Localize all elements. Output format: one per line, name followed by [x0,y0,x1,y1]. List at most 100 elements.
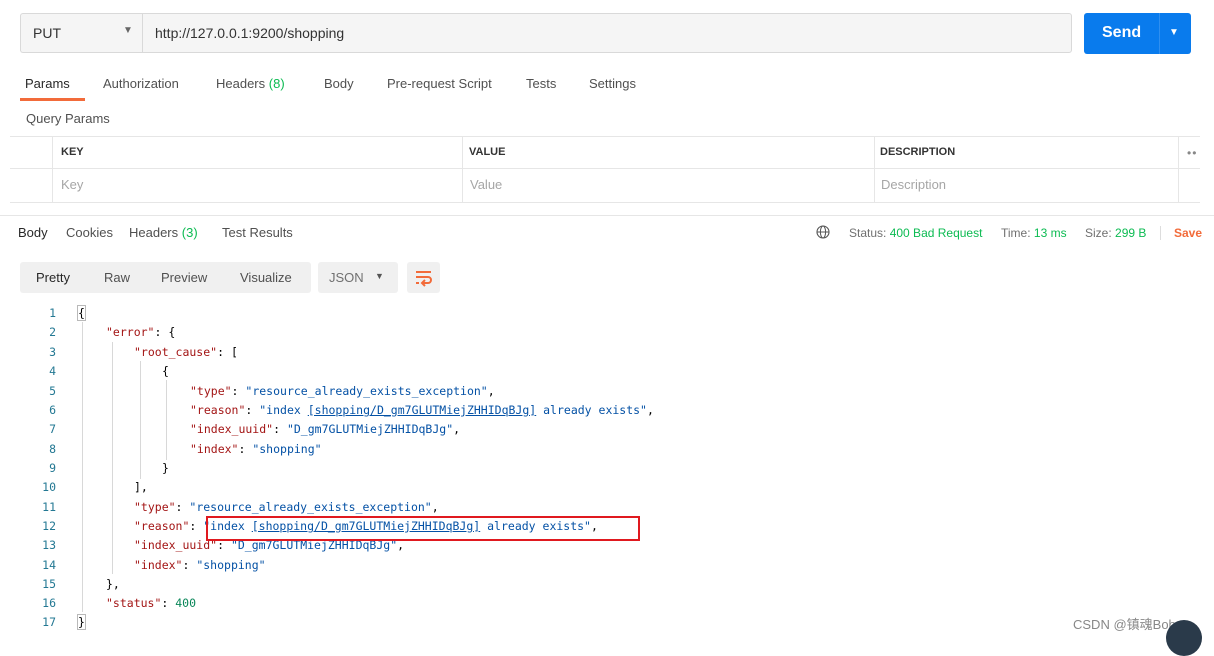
more-options-icon[interactable]: •• [1187,146,1197,160]
tab-params[interactable]: Params [25,76,70,91]
response-tab-cookies[interactable]: Cookies [66,225,113,240]
column-header-value: VALUE [469,146,506,158]
tab-body[interactable]: Body [324,76,354,91]
tab-settings[interactable]: Settings [589,76,636,91]
json-key: "index_uuid" [134,538,218,552]
line-number: 16 [42,596,56,610]
json-key: "root_cause" [134,345,218,359]
line-number: 14 [42,558,56,572]
tab-label: Cookies [66,225,113,240]
chevron-down-icon: ▼ [123,25,133,36]
tab-pre-request-script[interactable]: Pre-request Script [387,76,492,91]
size-readout: Size: 299 B [1085,226,1146,240]
json-string: "resource_already_exists_exception" [245,384,488,398]
description-input[interactable]: Description [881,177,946,192]
query-params-heading: Query Params [26,111,110,126]
json-key: "type" [134,500,176,514]
code-line: "reason": "index [shopping/D_gm7GLUTMiej… [190,403,654,417]
bracket: { [77,305,86,321]
code-line: } [162,461,169,475]
table-border [10,168,1200,169]
line-number: 9 [49,461,56,475]
response-tab-test-results[interactable]: Test Results [222,225,293,240]
json-key: "index" [134,558,183,572]
chevron-down-icon[interactable]: ▼ [1169,27,1179,38]
value-input[interactable]: Value [470,177,502,192]
json-string: "index [259,403,308,417]
column-header-description: DESCRIPTION [880,146,956,158]
visualize-button[interactable]: Visualize [240,270,292,285]
pretty-button[interactable]: Pretty [36,270,70,285]
tab-tests[interactable]: Tests [526,76,556,91]
tab-headers[interactable]: Headers (8) [216,76,285,91]
size-value: 299 B [1115,226,1147,240]
tab-label: Pre-request Script [387,76,492,91]
table-divider [52,136,53,202]
line-number: 8 [49,442,56,456]
table-divider [1178,136,1179,202]
method-label: PUT [33,25,61,41]
divider [1160,226,1161,240]
format-select[interactable]: JSON ▼ [318,262,398,293]
line-number: 15 [42,577,56,591]
watermark: CSDN @镇魂Boby [1073,617,1183,632]
send-label: Send [1102,24,1142,41]
json-key: "status" [106,596,162,610]
status-value: 400 Bad Request [889,226,983,240]
json-number: 400 [175,596,197,610]
highlight-box [206,516,640,541]
chevron-down-icon: ▼ [375,271,384,281]
code-line: } [77,614,86,630]
time-label: Time: [1001,226,1031,240]
format-label: JSON [329,270,364,285]
preview-button[interactable]: Preview [161,270,207,285]
code-line: "index": "shopping" [190,442,322,456]
code-line: "index_uuid": "D_gm7GLUTMiejZHHIDqBJg", [190,422,461,436]
response-tab-body[interactable]: Body [18,225,48,240]
line-number: 11 [42,500,56,514]
key-input[interactable]: Key [61,177,83,192]
code-line: "root_cause": [ [134,345,238,359]
avatar [1166,620,1202,656]
time-value: 13 ms [1033,226,1067,240]
line-number: 7 [49,422,56,436]
json-string: "D_gm7GLUTMiejZHHIDqBJg" [286,422,454,436]
json-key: "index" [190,442,239,456]
line-number: 1 [49,306,56,320]
bracket: } [77,614,86,630]
table-border [10,202,1200,203]
status-label: Status: [849,226,887,240]
index-link[interactable]: [shopping/D_gm7GLUTMiejZHHIDqBJg] [308,403,536,417]
raw-button[interactable]: Raw [104,270,130,285]
url-input[interactable]: http://127.0.0.1:9200/shopping [142,13,1072,53]
code-line: ], [134,480,148,494]
active-tab-indicator [20,98,85,101]
code-line: }, [106,577,120,591]
json-string: already exists" [536,403,647,417]
indent-guide [140,361,141,479]
save-response-button[interactable]: Save [1174,226,1202,240]
json-string: "shopping" [196,558,266,572]
line-number: 12 [42,519,56,533]
line-number: 5 [49,384,56,398]
wrap-lines-button[interactable] [407,262,440,293]
table-divider [874,136,875,202]
tab-count-badge: (8) [268,76,285,91]
line-number: 3 [49,345,56,359]
line-number: 4 [49,364,56,378]
response-tab-headers[interactable]: Headers (3) [129,225,198,240]
indent-guide [82,322,83,612]
tab-label: Settings [589,76,636,91]
tab-label: Body [18,225,48,240]
json-string: "resource_already_exists_exception" [189,500,432,514]
globe-icon[interactable] [816,225,830,239]
tab-label: Headers [129,225,179,240]
tab-authorization[interactable]: Authorization [103,76,179,91]
line-number: 17 [42,615,56,629]
time-readout: Time: 13 ms [1001,226,1067,240]
table-border [10,136,1200,137]
send-button[interactable]: Send ▼ [1084,13,1191,54]
wrap-icon [416,271,432,287]
method-select[interactable]: PUT ▼ [20,13,142,53]
code-line: "status": 400 [106,596,197,610]
